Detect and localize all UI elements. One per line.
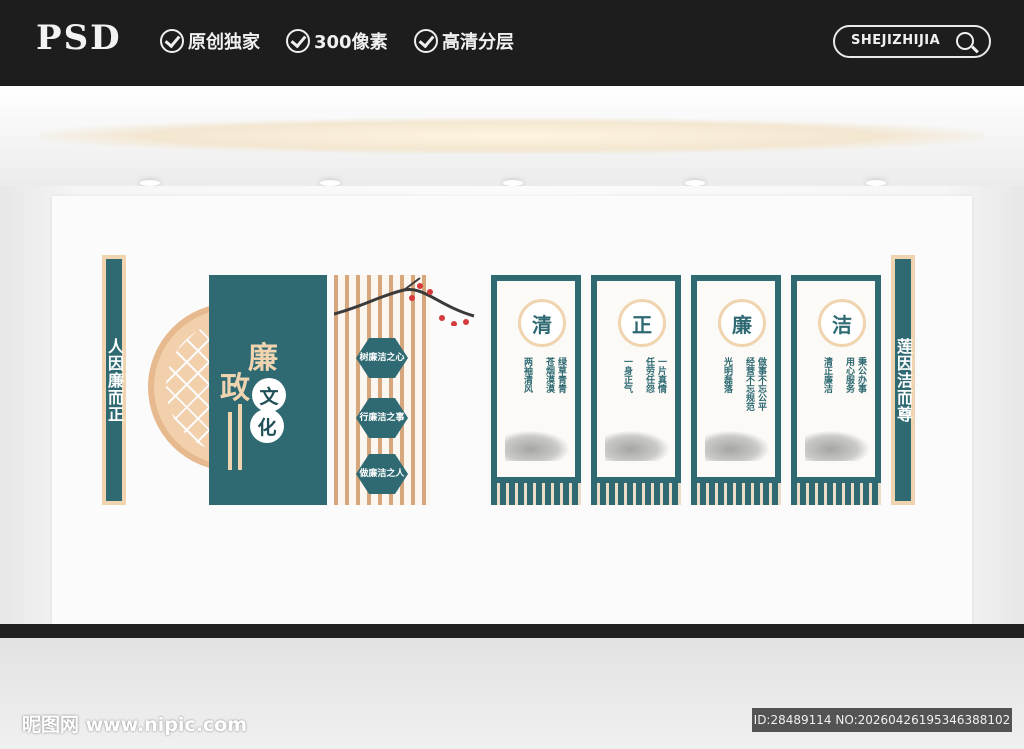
image-id-tag: ID:28489114 NO:20260426195346388102 (752, 708, 1012, 732)
check-icon (160, 29, 184, 53)
site-watermark: 昵图网 www.nipic.com (22, 714, 248, 736)
title-char-lian: 廉 (248, 341, 278, 376)
panel-zheng: 正 一身正气 任劳任怨 一片真情 (591, 275, 681, 505)
panel-body: 洁 清正廉洁 用心服务 秉公办事 (797, 281, 875, 477)
check-icon (414, 29, 438, 53)
baseboard (0, 624, 1024, 638)
panel-title: 清 (518, 299, 566, 347)
bamboo-stalk (238, 404, 242, 470)
fret-pattern (791, 483, 881, 505)
feature-original: 原创独家 (160, 28, 260, 54)
panel-line: 秉公办事 (856, 357, 866, 393)
panel-line: 一片真情 (656, 357, 666, 393)
feature-300dpi: 300像素 (286, 28, 388, 54)
brand-logo: PSD (36, 18, 122, 58)
ink-landscape (605, 431, 669, 461)
search-box[interactable]: SHEJIZHIJIA (833, 25, 991, 58)
panel-lian: 廉 光明磊落 经营不忘规范 做事不忘公平 (691, 275, 781, 505)
panel-line: 清正廉洁 (822, 357, 832, 393)
panel-body: 正 一身正气 任劳任怨 一片真情 (597, 281, 675, 477)
feature-label: 原创独家 (188, 32, 260, 53)
ink-landscape (705, 431, 769, 461)
check-icon (286, 29, 310, 53)
panel-line: 一身正气 (622, 357, 632, 393)
feature-label: 高清分层 (442, 32, 514, 53)
panel-line: 任劳任怨 (644, 357, 654, 393)
culture-char-wen: 文 (252, 378, 286, 412)
panel-line: 绿草青青 (556, 357, 566, 393)
fret-pattern (491, 483, 581, 505)
fret-pattern (691, 483, 781, 505)
fret-pattern (591, 483, 681, 505)
panel-line: 两袖清风 (522, 357, 532, 393)
panel-title: 廉 (718, 299, 766, 347)
panel-qing: 清 两袖清风 苍烟漠漠 绿草青青 (491, 275, 581, 505)
panel-line: 苍烟漠漠 (544, 357, 554, 393)
bamboo-stalk (228, 412, 232, 470)
search-icon[interactable] (956, 32, 974, 50)
panel-body: 清 两袖清风 苍烟漠漠 绿草青青 (497, 281, 575, 477)
feature-layers: 高清分层 (414, 28, 514, 54)
ceiling-light-strip (40, 118, 984, 154)
right-couplet: 莲因洁而尊 (891, 255, 915, 505)
panel-body: 廉 光明磊落 经营不忘规范 做事不忘公平 (697, 281, 775, 477)
ink-landscape (505, 431, 569, 461)
left-couplet: 人因廉而正 (102, 255, 126, 505)
panel-title: 洁 (818, 299, 866, 347)
title-char-zheng: 政 (220, 371, 250, 406)
panel-line: 光明磊落 (722, 357, 732, 393)
panel-line: 用心服务 (844, 357, 854, 393)
ink-landscape (805, 431, 869, 461)
panel-line: 做事不忘公平 (756, 357, 766, 411)
panel-title: 正 (618, 299, 666, 347)
plum-branch-icon (334, 277, 475, 326)
panel-line: 经营不忘规范 (744, 357, 754, 411)
top-banner: PSD 原创独家 300像素 高清分层 SHEJIZHIJIA (0, 0, 1024, 86)
feature-label: 300像素 (314, 32, 388, 53)
panel-jie: 洁 清正廉洁 用心服务 秉公办事 (791, 275, 881, 505)
search-label: SHEJIZHIJIA (851, 33, 941, 48)
culture-char-hua: 化 (250, 409, 284, 443)
